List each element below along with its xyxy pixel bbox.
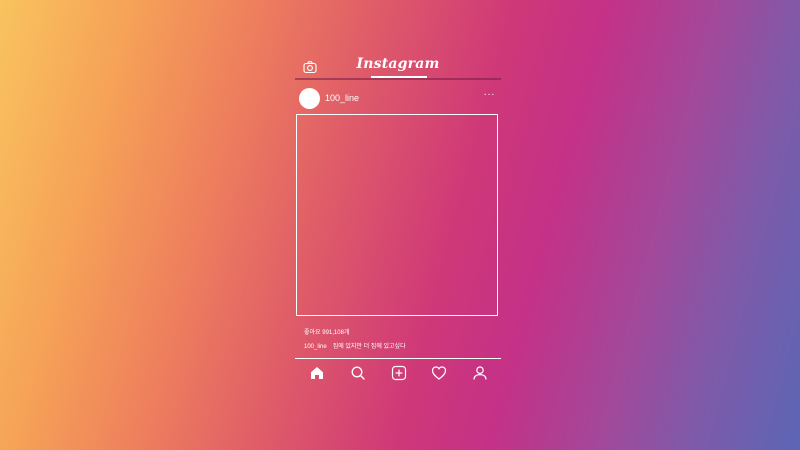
post-username[interactable]: 100_line [325,93,359,103]
bottom-divider [295,358,501,359]
post-image[interactable] [296,114,498,316]
likes-count: 좋아요 991,108개 [304,330,350,336]
home-icon[interactable] [309,365,325,381]
post-caption: 100_line 집에 있지만 더 집에 있고싶다 [304,341,406,350]
add-post-icon[interactable] [391,365,407,381]
more-icon[interactable]: ··· [484,90,496,100]
app-logo: Instagram [356,56,440,72]
logo-underline [371,76,427,78]
bottom-nav [295,365,501,383]
phone-frame: Instagram 100_line ··· 좋아요 991,108개 100_… [295,52,501,388]
search-icon[interactable] [350,365,366,381]
avatar[interactable] [299,88,320,109]
post-header: 100_line ··· [299,88,499,110]
heart-icon[interactable] [431,365,447,381]
caption-text: 집에 있지만 더 집에 있고싶다 [332,344,406,350]
caption-username[interactable]: 100_line [304,344,327,350]
profile-icon[interactable] [472,365,488,381]
top-bar: Instagram [295,52,501,80]
